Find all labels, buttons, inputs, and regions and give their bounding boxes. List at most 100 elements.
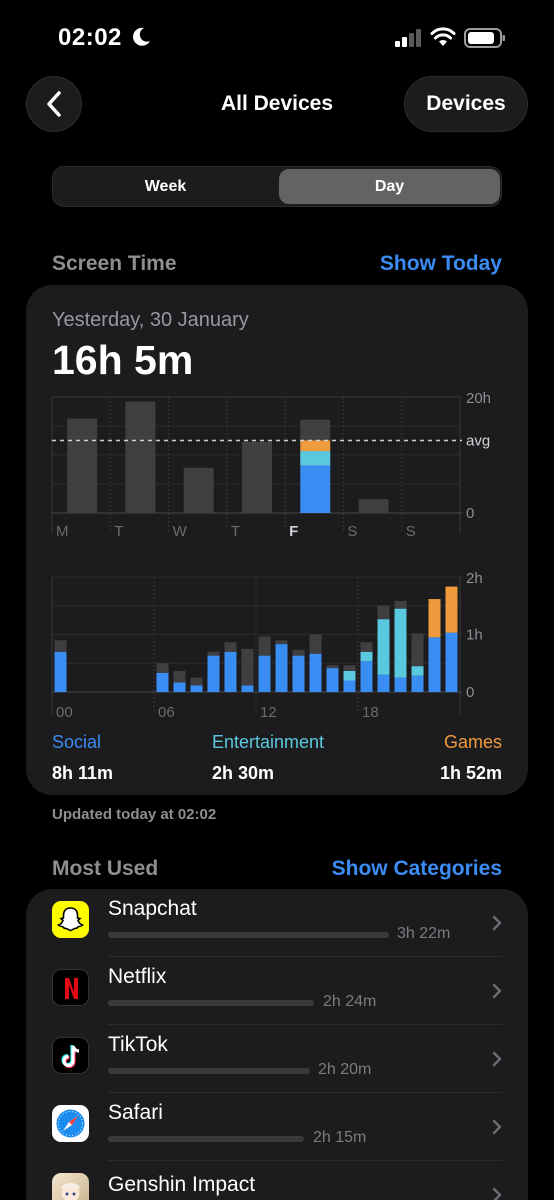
usage-bar	[108, 932, 389, 938]
hourly-bar-entertainment	[394, 608, 407, 678]
show-today-link[interactable]: Show Today	[380, 252, 502, 276]
app-row-tiktok[interactable]: TikTok 2h 20m	[26, 1025, 528, 1093]
app-name: Genshin Impact	[108, 1173, 256, 1196]
hourly-bar-social	[54, 651, 67, 692]
hourly-bar-social	[241, 685, 254, 692]
app-row-safari[interactable]: Safari 2h 15m	[26, 1093, 528, 1161]
weekly-bar-other	[300, 419, 331, 441]
weekly-x-tick-label: W	[173, 523, 188, 540]
hourly-bar-games	[445, 586, 458, 633]
legend-social: Social 8h 11m	[52, 732, 113, 784]
cellular-signal-icon	[395, 29, 421, 47]
hourly-bar-other	[190, 677, 203, 686]
weekly-bar-entertainment	[300, 451, 331, 466]
hourly-bar-social	[360, 661, 373, 692]
weekly-x-tick-label: S	[406, 523, 416, 540]
app-usage-time: 2h 24m	[323, 993, 377, 1010]
weekly-bar	[183, 467, 214, 513]
app-name: TikTok	[108, 1033, 168, 1056]
hourly-bar-social	[207, 655, 220, 692]
legend-social-value: 8h 11m	[52, 763, 114, 783]
app-row-genshin-impact[interactable]: Genshin Impact	[26, 1161, 528, 1200]
legend-entertainment-value: 2h 30m	[212, 763, 275, 783]
wifi-icon	[430, 27, 456, 46]
hourly-bar-social	[190, 685, 203, 692]
hourly-bar-social	[445, 632, 458, 692]
status-time: 02:02	[58, 24, 122, 51]
app-usage-time: 3h 22m	[397, 925, 451, 942]
weekly-y-tick-label: 20h	[466, 390, 491, 407]
period-segmented-control: Week Day	[52, 166, 502, 207]
weekly-average-label: avg	[466, 433, 490, 450]
hourly-bar-entertainment	[377, 619, 390, 675]
legend-games-value: 1h 52m	[439, 763, 502, 783]
legend-games: Games 1h 52m	[440, 732, 502, 784]
app-row-snapchat[interactable]: Snapchat 3h 22m	[26, 889, 528, 957]
hourly-bar-other	[224, 642, 237, 652]
hourly-bar-other	[394, 600, 407, 609]
hourly-bar-social	[394, 677, 407, 692]
hourly-bar-other	[309, 634, 322, 654]
chevron-right-icon	[492, 1051, 502, 1067]
hourly-bar-other	[275, 640, 288, 645]
chevron-right-icon	[492, 983, 502, 999]
hourly-bar-entertainment	[411, 666, 424, 676]
status-bar: 02:02	[0, 0, 554, 70]
hourly-bar-other	[54, 640, 67, 652]
weekly-bar	[242, 441, 272, 513]
updated-text: Updated today at 02:02	[52, 806, 217, 823]
netflix-icon	[52, 969, 89, 1006]
hourly-bar-other	[241, 648, 254, 686]
safari-icon	[52, 1105, 89, 1142]
devices-button[interactable]: Devices	[404, 76, 528, 132]
weekly-bar-games	[300, 440, 331, 452]
app-usage-time: 2h 20m	[318, 1061, 372, 1078]
hourly-bar-social	[275, 644, 288, 692]
screen-time-charts: 20h0M T W T F S Savg2h1h000 06 12 18	[51, 390, 491, 721]
chevron-right-icon	[492, 915, 502, 931]
usage-bar	[108, 1000, 314, 1006]
hourly-x-tick-label: 12	[260, 704, 277, 721]
tiktok-icon	[52, 1037, 89, 1074]
hourly-y-tick-label: 2h	[466, 570, 483, 587]
weekly-bar	[67, 418, 98, 513]
hourly-y-tick-label: 1h	[466, 627, 483, 644]
legend-games-name: Games	[443, 732, 502, 752]
hourly-y-tick-label: 0	[466, 684, 474, 701]
hourly-bar-other	[156, 663, 169, 673]
genshin-impact-icon	[52, 1173, 89, 1200]
hourly-x-tick-label: 00	[56, 704, 73, 721]
segment-week[interactable]: Week	[55, 169, 276, 204]
hourly-bar-social	[326, 668, 339, 692]
chevron-right-icon	[492, 1119, 502, 1135]
weekly-bar	[358, 499, 389, 513]
hourly-bar-other	[343, 665, 356, 671]
app-name: Snapchat	[108, 897, 197, 920]
snapchat-icon	[52, 901, 89, 938]
app-name: Safari	[108, 1101, 163, 1124]
hourly-bar-games	[428, 599, 441, 638]
app-usage-time: 2h 15m	[313, 1129, 367, 1146]
weekly-x-tick-label: M	[56, 523, 69, 540]
hourly-bar-other	[411, 633, 424, 667]
weekly-x-tick-label: T	[231, 523, 240, 540]
usage-bar	[108, 1068, 310, 1074]
segment-day[interactable]: Day	[279, 169, 500, 204]
hourly-bar-social	[156, 672, 169, 692]
screen-time-header: Screen Time Show Today	[52, 252, 502, 278]
hourly-bar-entertainment	[343, 670, 356, 681]
hourly-bar-other	[326, 665, 339, 669]
hourly-bar-social	[258, 655, 271, 692]
hourly-bar-other	[207, 651, 220, 656]
show-categories-link[interactable]: Show Categories	[332, 857, 502, 881]
usage-bar	[108, 1136, 304, 1142]
hourly-bar-social	[411, 675, 424, 692]
weekly-x-tick-label: S	[347, 523, 357, 540]
hourly-bar-social	[224, 651, 237, 692]
hourly-bar-social	[309, 653, 322, 692]
app-row-netflix[interactable]: Netflix 2h 24m	[26, 957, 528, 1025]
chevron-right-icon	[492, 1187, 502, 1200]
weekly-bar	[125, 401, 156, 513]
legend-social-name: Social	[52, 732, 102, 752]
weekly-bar-social	[300, 465, 331, 513]
